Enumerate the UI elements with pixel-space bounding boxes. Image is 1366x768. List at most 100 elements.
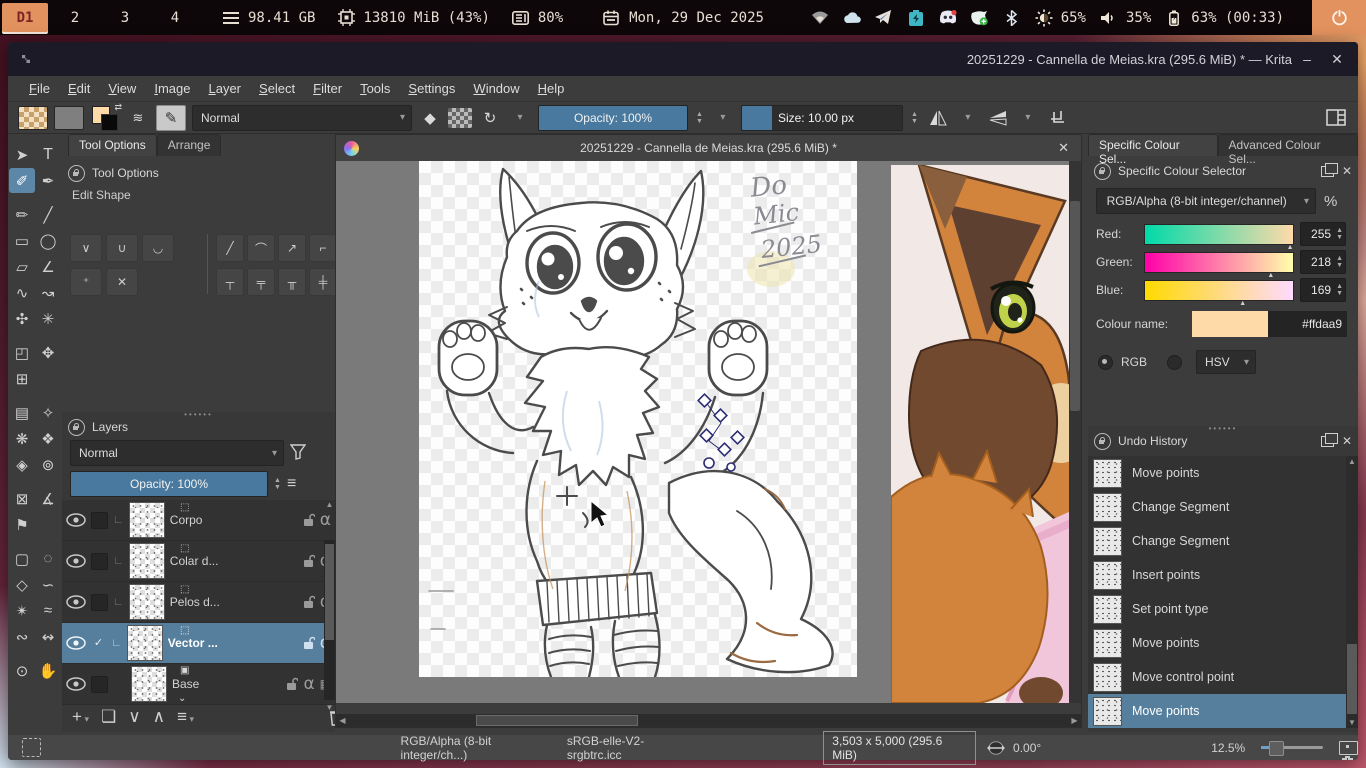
menu-help[interactable]: Help	[529, 78, 574, 99]
visibility-eye-icon[interactable]	[66, 513, 86, 527]
layer-properties-button[interactable]: ≡ ▾	[177, 707, 194, 727]
undo-history-scrollbar[interactable]: ▲ ▼	[1346, 456, 1358, 728]
menu-file[interactable]: File	[20, 78, 59, 99]
zoom-percentage[interactable]: 12.5%	[1211, 741, 1245, 755]
layer-lock-icon[interactable]	[302, 595, 315, 609]
rotation-angle[interactable]: 0.00°	[1013, 741, 1041, 755]
scroll-down-arrow[interactable]: ▼	[1346, 718, 1358, 727]
ellipse-tool[interactable]: ◯	[35, 228, 61, 253]
hsv-radio[interactable]	[1167, 355, 1182, 370]
scrollbar-thumb[interactable]	[476, 715, 638, 726]
bezier-selection-tool[interactable]: ∾	[9, 624, 35, 649]
menu-settings[interactable]: Settings	[399, 78, 464, 99]
percent-toggle-button[interactable]: %	[1324, 193, 1337, 210]
segment-to-curve-button[interactable]: ⌒	[247, 234, 275, 262]
scrollbar-thumb[interactable]	[1070, 201, 1080, 411]
layer-thumbnail[interactable]	[131, 666, 167, 702]
cloud-icon[interactable]	[843, 9, 861, 27]
tab-tool-options[interactable]: Tool Options	[68, 134, 157, 156]
docker-lock-icon[interactable]	[68, 419, 85, 436]
layer-lock-icon[interactable]	[302, 513, 315, 527]
tab-advanced-colour-selector[interactable]: Advanced Colour Sel...	[1218, 134, 1358, 156]
wifi-icon[interactable]	[811, 9, 829, 27]
layer-row-corpo[interactable]: ∟ ⬚ Corpo α	[62, 500, 335, 541]
layer-select-checkbox[interactable]	[91, 676, 108, 693]
red-value-spinbox[interactable]: 255▲▼	[1300, 222, 1346, 246]
canvas-vertical-scrollbar[interactable]	[1069, 161, 1081, 703]
layer-name[interactable]: Pelos d...	[170, 595, 244, 609]
rectangular-selection-tool[interactable]: ▢	[9, 546, 35, 571]
merge-points-button[interactable]: ╪	[309, 268, 337, 296]
smart-patch-tool[interactable]: ❋	[9, 426, 35, 451]
calligraphy-tool[interactable]: ✒	[35, 168, 61, 193]
layer-row-pelos[interactable]: ∟ ⬚ Pelos d... α	[62, 582, 335, 623]
workspace-chooser-button[interactable]	[1324, 106, 1348, 130]
freehand-selection-tool[interactable]: ∽	[35, 572, 61, 597]
menu-view[interactable]: View	[99, 78, 145, 99]
workspace-2[interactable]: 2	[52, 3, 98, 32]
image-dimensions[interactable]: 3,503 x 5,000 (295.6 MiB)	[823, 731, 975, 765]
brush-editor-button[interactable]: ✎	[156, 105, 186, 131]
layer-opacity-spinner[interactable]: ▲▼	[272, 477, 283, 491]
layer-thumbnail[interactable]	[127, 625, 163, 661]
insert-point-button[interactable]: ⁺	[70, 268, 102, 296]
reload-preset-button[interactable]: ↻	[478, 106, 502, 130]
visibility-eye-icon[interactable]	[66, 554, 86, 568]
visibility-eye-icon[interactable]	[66, 677, 86, 691]
menu-filter[interactable]: Filter	[304, 78, 351, 99]
layer-thumbnail[interactable]	[129, 584, 165, 620]
edit-shapes-tool[interactable]: ✐	[9, 168, 35, 193]
docker-lock-icon[interactable]	[68, 165, 85, 182]
visibility-eye-icon[interactable]	[66, 636, 86, 650]
wrap-around-button[interactable]	[1046, 106, 1070, 130]
undo-item[interactable]: Set point type	[1088, 592, 1358, 626]
blue-channel-slider[interactable]: ▲	[1144, 280, 1294, 301]
layer-selected-checkmark[interactable]: ✓	[91, 636, 106, 651]
mirror-horizontal-button[interactable]	[926, 106, 950, 130]
polygon-tool[interactable]: ▱	[9, 254, 35, 279]
workspace-4[interactable]: 4	[152, 3, 198, 32]
break-point-button[interactable]: ┬	[216, 268, 244, 296]
transform-select-tool[interactable]: ➤	[9, 142, 35, 167]
add-layer-button[interactable]: + ▾	[72, 707, 89, 727]
multibrush-tool[interactable]: ✳	[35, 306, 61, 331]
polyline-tool[interactable]: ∠	[35, 254, 61, 279]
tab-specific-colour-selector[interactable]: Specific Colour Sel...	[1088, 134, 1218, 156]
battery-app-icon[interactable]	[907, 9, 925, 27]
green-channel-slider[interactable]: ▲	[1144, 252, 1294, 273]
pattern-swatch[interactable]	[54, 106, 84, 130]
line-tool[interactable]: ╱	[35, 202, 61, 227]
selection-mode-icon[interactable]	[22, 738, 41, 757]
bluetooth-icon[interactable]	[1003, 9, 1021, 27]
enclose-fill-tool[interactable]: ⊚	[35, 452, 61, 477]
green-value-spinbox[interactable]: 218▲▼	[1300, 250, 1346, 274]
remove-point-button[interactable]: ✕	[106, 268, 138, 296]
symmetric-point-button[interactable]: ◡	[142, 234, 174, 262]
opacity-spinner[interactable]: ▲▼	[694, 111, 705, 125]
undo-item[interactable]: Change Segment	[1088, 490, 1358, 524]
layer-lock-icon[interactable]	[302, 636, 315, 650]
mirror-vertical-arrow[interactable]: ▾	[1016, 106, 1040, 130]
undo-item[interactable]: Move points	[1088, 626, 1358, 660]
gradient-swatch[interactable]	[18, 106, 48, 130]
size-slider[interactable]: Size: 10.00 px	[741, 105, 903, 131]
bezier-curve-tool[interactable]: ∿	[9, 280, 35, 305]
assistants-tool[interactable]: ⊠	[9, 486, 35, 511]
alpha-lock-icon[interactable]: α	[303, 674, 314, 694]
blend-mode-dropdown[interactable]: Normal ▾	[192, 105, 412, 131]
menu-image[interactable]: Image	[145, 78, 199, 99]
layer-thumbnail[interactable]	[129, 543, 165, 579]
swap-colors-icon[interactable]: ⇄	[114, 102, 122, 113]
colour-model-dropdown[interactable]: RGB/Alpha (8-bit integer/channel) ▾	[1096, 188, 1316, 214]
close-button[interactable]: ✕	[1322, 42, 1352, 76]
layer-opacity-slider[interactable]: Opacity: 100%	[70, 471, 268, 497]
layer-select-checkbox[interactable]	[91, 553, 108, 570]
undo-item[interactable]: Move control point	[1088, 660, 1358, 694]
pan-tool[interactable]: ✋	[35, 658, 61, 683]
workspace-3[interactable]: 3	[102, 3, 148, 32]
gradient-tool[interactable]: ▤	[9, 400, 35, 425]
mirror-vertical-button[interactable]	[986, 106, 1010, 130]
reference-images-tool[interactable]: ⚑	[9, 512, 35, 537]
undo-item-selected[interactable]: Move points	[1088, 694, 1358, 728]
text-tool[interactable]: T	[35, 142, 61, 167]
